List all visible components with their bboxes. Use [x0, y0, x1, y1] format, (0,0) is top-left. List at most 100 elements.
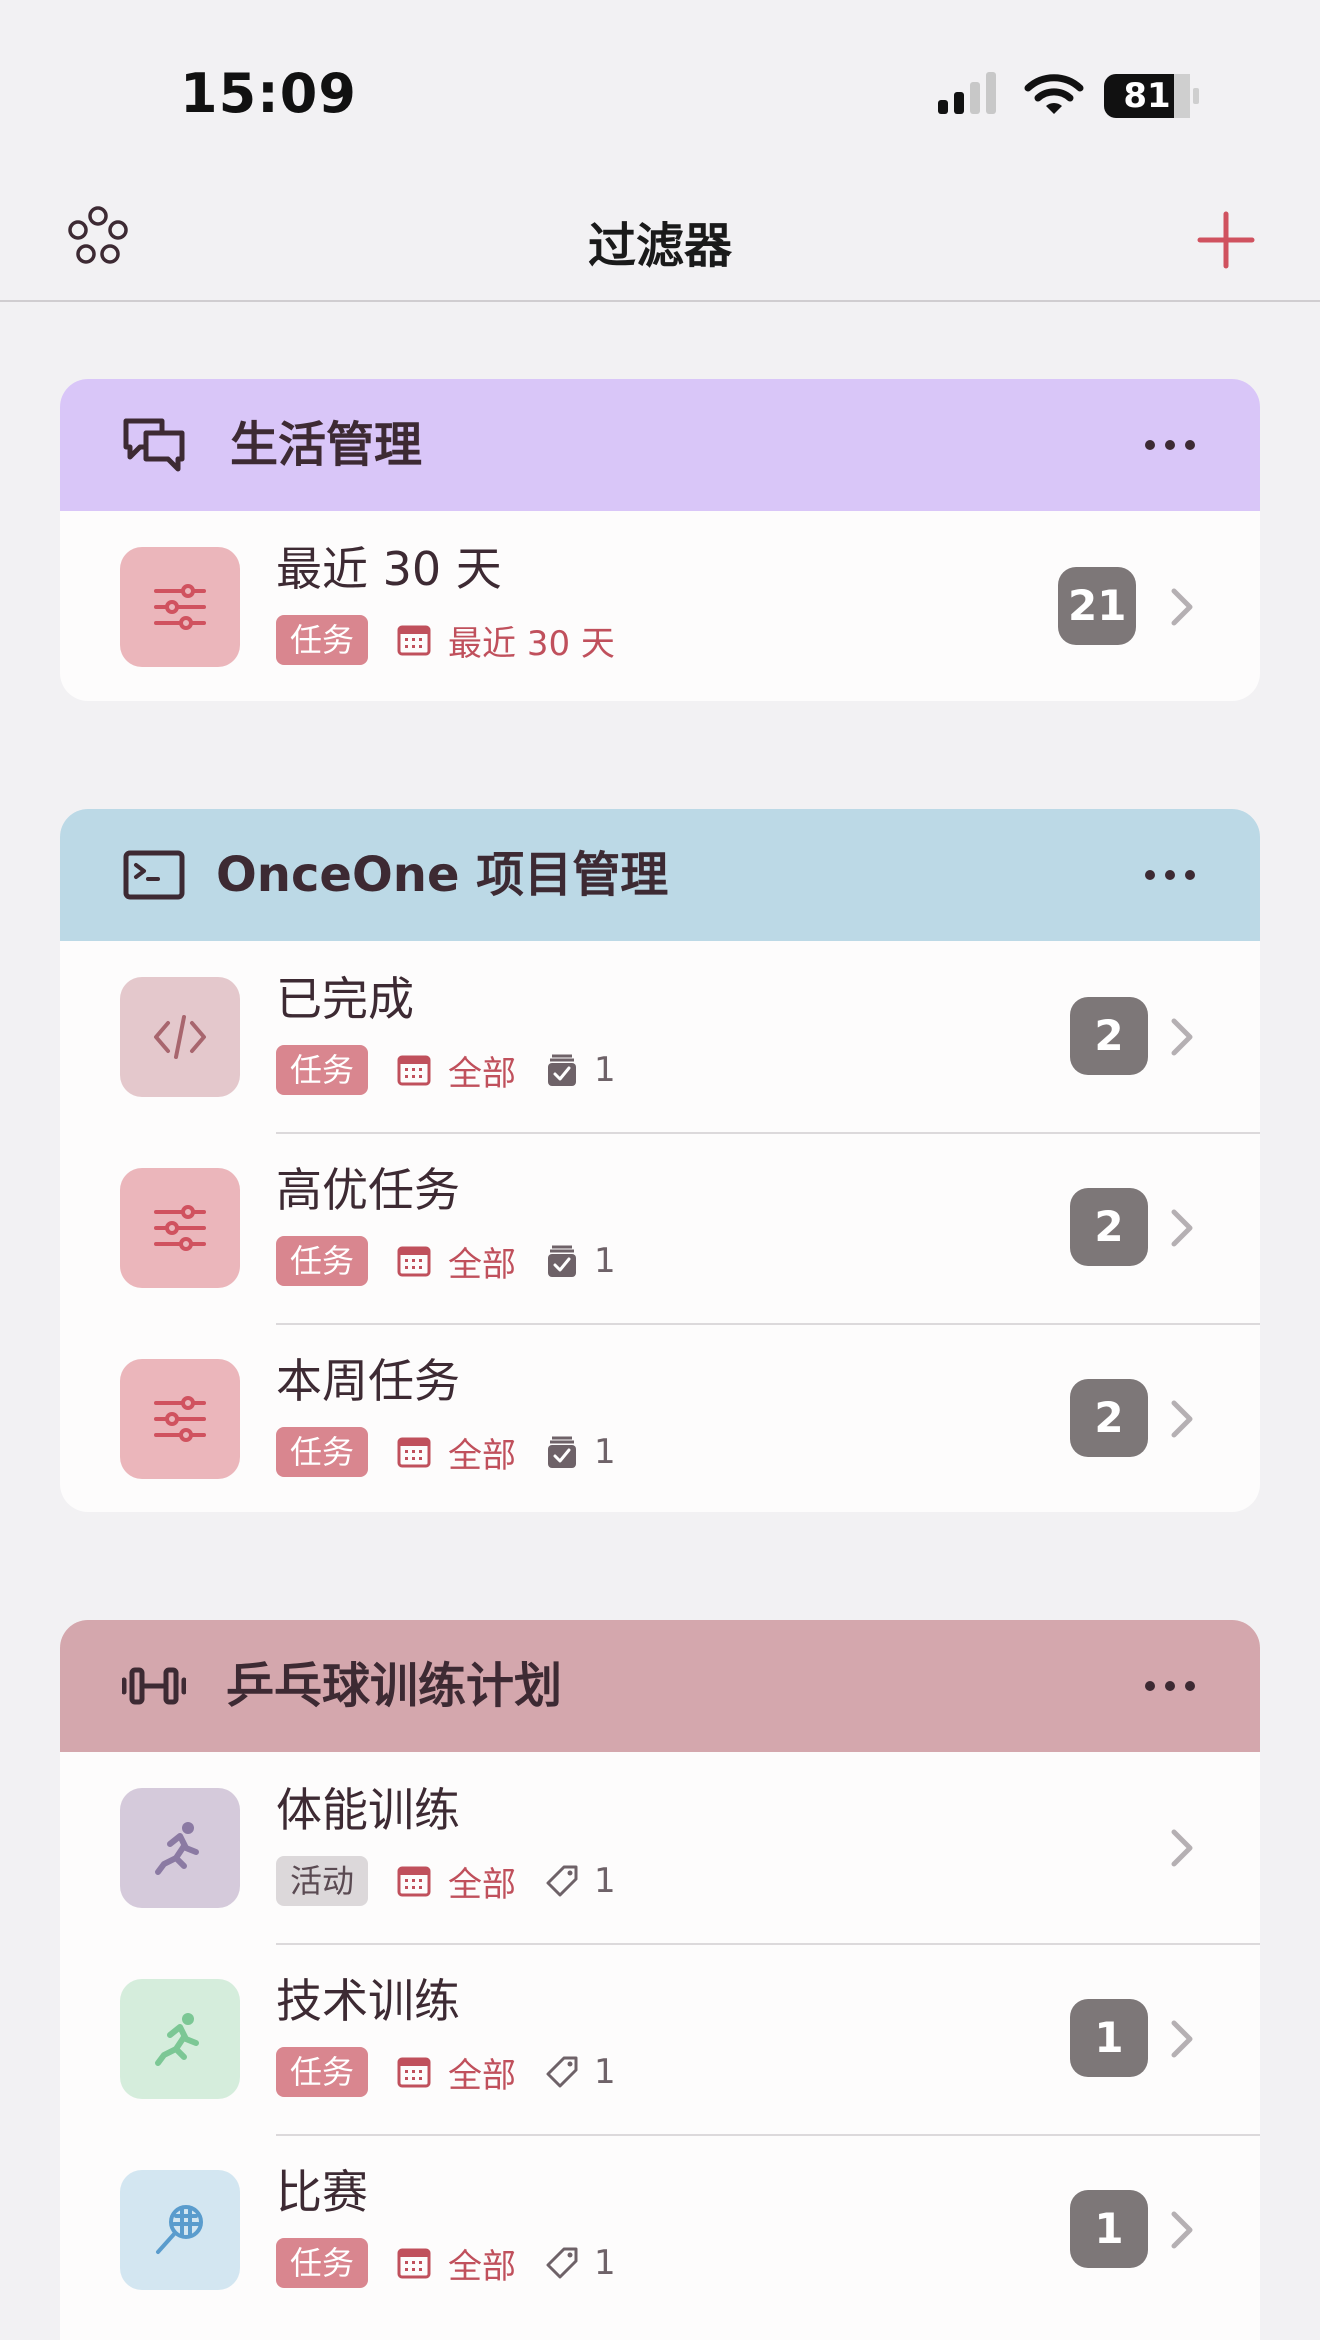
runner-icon	[150, 1818, 210, 1878]
sub-count: 1	[594, 1432, 616, 1472]
type-tag: 任务	[276, 1427, 369, 1477]
type-tag: 任务	[276, 1045, 369, 1095]
runner-icon	[150, 2009, 210, 2069]
filter-meta: 任务 全部 1	[276, 1427, 616, 1477]
chevron-right-icon	[1168, 1826, 1198, 1870]
filter-row[interactable]: 技术训练 任务 全部 1 1	[60, 1943, 1260, 2134]
group-card-life: 生活管理 最近 30 天 任务 最近 30 天 21	[60, 379, 1260, 701]
sub-count: 1	[594, 1861, 616, 1901]
type-tag: 活动	[276, 1856, 369, 1906]
filter-tile	[120, 1788, 240, 1908]
date-range: 全部	[448, 1244, 517, 1285]
chevron-right-icon	[1168, 2208, 1198, 2252]
filter-tile	[120, 1359, 240, 1479]
filter-meta: 任务 全部 1	[276, 1236, 616, 1286]
group-title: 生活管理	[230, 417, 423, 473]
code-icon	[150, 1007, 210, 1067]
calendar-icon	[396, 1243, 432, 1279]
sub-count: 1	[594, 2243, 616, 2283]
date-range: 最近 30 天	[448, 623, 615, 664]
chat-bubbles-icon	[123, 418, 185, 472]
filter-row[interactable]: 比赛 任务 全部 1 1	[60, 2134, 1260, 2325]
filter-title: 最近 30 天	[276, 542, 502, 596]
filter-meta: 任务 全部 1	[276, 2047, 616, 2097]
group-title: OnceOne 项目管理	[216, 847, 669, 903]
tag-icon	[544, 2054, 580, 2090]
filter-tile	[120, 1979, 240, 2099]
sliders-icon	[150, 577, 210, 637]
calendar-icon	[396, 1863, 432, 1899]
calendar-icon	[396, 2054, 432, 2090]
chevron-right-icon	[1168, 1015, 1198, 1059]
type-tag: 任务	[276, 615, 369, 665]
date-range: 全部	[448, 1053, 517, 1094]
date-range: 全部	[448, 1435, 517, 1476]
task-check-icon	[544, 1052, 580, 1088]
filter-tile	[120, 1168, 240, 1288]
filter-row[interactable]: 本周任务 任务 全部 1 2	[60, 1323, 1260, 1512]
task-check-icon	[544, 1434, 580, 1470]
terminal-icon	[123, 850, 185, 900]
sliders-icon	[150, 1198, 210, 1258]
tag-icon	[544, 1863, 580, 1899]
chevron-right-icon	[1168, 1206, 1198, 1250]
racket-icon	[150, 2200, 210, 2260]
sub-count: 1	[594, 1241, 616, 1281]
calendar-icon	[396, 2245, 432, 2281]
cellular-signal-icon	[938, 72, 996, 114]
filter-meta: 任务 最近 30 天	[276, 615, 643, 665]
count-badge: 1	[1070, 1999, 1148, 2077]
date-range: 全部	[448, 1864, 517, 1905]
filter-row[interactable]: 已完成 任务 全部 1 2	[60, 941, 1260, 1132]
status-bar: 15:09 81	[0, 0, 1320, 180]
filter-row[interactable]: 最近 30 天 任务 最近 30 天 21	[60, 511, 1260, 701]
sliders-icon	[150, 1389, 210, 1449]
filter-tile	[120, 2170, 240, 2290]
filter-title: 本周任务	[276, 1354, 460, 1408]
filter-meta: 任务 全部 1	[276, 1045, 616, 1095]
filter-meta: 任务 全部 1	[276, 2238, 616, 2288]
filter-title: 比赛	[276, 2165, 368, 2219]
group-title: 乒乓球训练计划	[226, 1658, 563, 1714]
group-card-onceone: OnceOne 项目管理 已完成 任务 全部 1 2 高优任务 任务 全部 1 …	[60, 809, 1260, 1512]
add-icon[interactable]	[1190, 204, 1262, 276]
count-badge: 2	[1070, 1188, 1148, 1266]
battery-indicator: 81	[1104, 72, 1200, 120]
group-header[interactable]: 生活管理	[60, 379, 1260, 511]
status-time: 15:09	[180, 62, 357, 125]
calendar-icon	[396, 1052, 432, 1088]
battery-level: 81	[1123, 76, 1171, 116]
filter-tile	[120, 547, 240, 667]
chevron-right-icon	[1168, 2017, 1198, 2061]
filter-row[interactable]: 高优任务 任务 全部 1 2	[60, 1132, 1260, 1323]
nav-bar: 过滤器	[0, 180, 1320, 302]
filter-row[interactable]: 体能训练 活动 全部 1	[60, 1752, 1260, 1943]
more-icon[interactable]	[1140, 427, 1200, 463]
more-icon[interactable]	[1140, 1668, 1200, 1704]
filter-tile	[120, 977, 240, 1097]
group-header[interactable]: OnceOne 项目管理	[60, 809, 1260, 941]
count-badge: 2	[1070, 997, 1148, 1075]
group-header[interactable]: 乒乓球训练计划	[60, 1620, 1260, 1752]
count-badge: 21	[1058, 567, 1137, 645]
dumbbell-icon	[122, 1667, 186, 1705]
calendar-icon	[396, 1434, 432, 1470]
type-tag: 任务	[276, 1236, 369, 1286]
chevron-right-icon	[1168, 1397, 1198, 1441]
filter-title: 体能训练	[276, 1783, 460, 1837]
count-badge: 2	[1070, 1379, 1148, 1457]
calendar-icon	[396, 622, 432, 658]
sub-count: 1	[594, 2052, 616, 2092]
wifi-icon	[1024, 74, 1084, 114]
date-range: 全部	[448, 2246, 517, 2287]
filter-title: 已完成	[276, 972, 414, 1026]
group-card-pingpong: 乒乓球训练计划 体能训练 活动 全部 1 技术训练 任务 全部 1 1 比赛 任…	[60, 1620, 1260, 2340]
filter-title: 技术训练	[276, 1974, 460, 2028]
date-range: 全部	[448, 2055, 517, 2096]
more-icon[interactable]	[1140, 857, 1200, 893]
type-tag: 任务	[276, 2047, 369, 2097]
filter-meta: 活动 全部 1	[276, 1856, 616, 1906]
count-badge: 1	[1070, 2190, 1148, 2268]
page-title: 过滤器	[587, 218, 732, 274]
filter-title: 高优任务	[276, 1163, 460, 1217]
